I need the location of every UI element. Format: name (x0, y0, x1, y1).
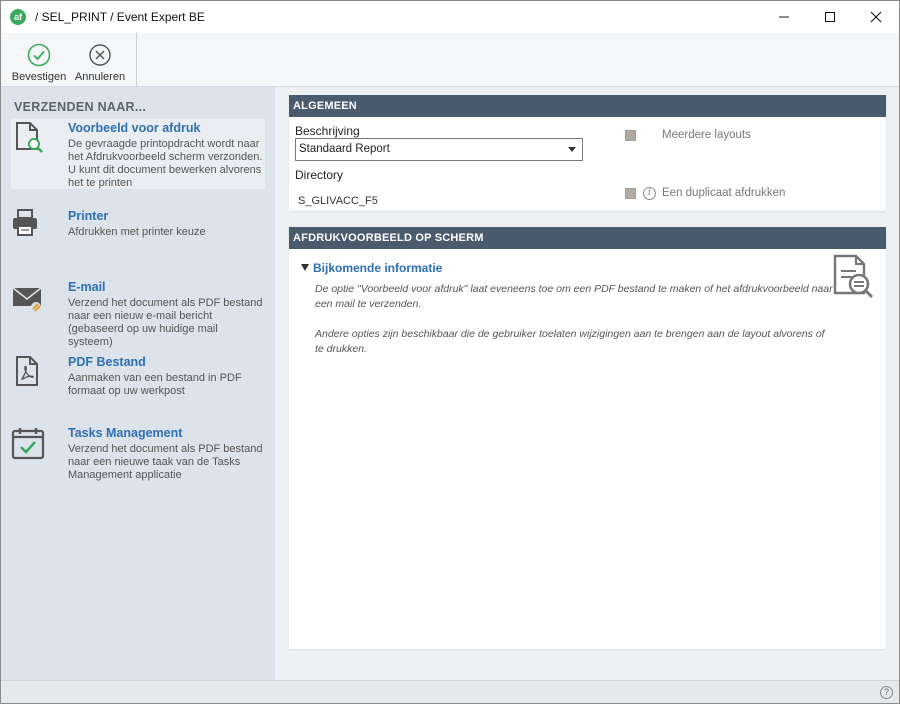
sidebar-item-title: Voorbeeld voor afdruk (68, 121, 201, 135)
sidebar-item-description: De gevraagde printopdracht wordt naar he… (68, 138, 263, 189)
send-to-sidebar: VERZENDEN NAAR... Voorbeeld voor afdruk … (1, 87, 275, 680)
close-button[interactable] (853, 1, 899, 33)
cancel-label: Annuleren (74, 71, 126, 83)
sidebar-item-description: Verzend het document als PDF bestand naa… (68, 297, 263, 348)
printer-icon (13, 209, 37, 236)
minimize-icon (779, 16, 789, 18)
directory-label: Directory (295, 168, 344, 182)
maximize-icon (825, 12, 835, 22)
print-preview-icon (16, 122, 43, 153)
duplicate-label: Een duplicaat afdrukken (662, 187, 786, 199)
email-icon (12, 287, 42, 312)
maximize-button[interactable] (807, 1, 853, 33)
general-section-header: ALGEMEEN (289, 95, 886, 117)
accordion-title: Bijkomende informatie (313, 261, 443, 275)
cancel-circle-icon (89, 44, 111, 66)
help-icon[interactable]: ? (880, 686, 893, 699)
info-icon: i (643, 187, 656, 200)
directory-value: S_GLIVACC_F5 (298, 195, 378, 207)
close-icon (870, 11, 882, 23)
description-select[interactable]: Standaard Report (295, 138, 583, 161)
description-label: Beschrijving (295, 124, 360, 138)
document-search-icon (833, 254, 874, 299)
multiple-layouts-checkbox[interactable] (625, 130, 636, 141)
confirm-button[interactable]: Bevestigen (9, 33, 69, 87)
calendar-check-icon (11, 428, 45, 460)
toolbar: Bevestigen Annuleren (1, 33, 899, 87)
cancel-button[interactable]: Annuleren (69, 33, 131, 87)
info-paragraph-1: De optie "Voorbeeld voor afdruk" laat ev… (315, 283, 833, 310)
sidebar-item-title: Tasks Management (68, 426, 183, 440)
confirm-label: Bevestigen (11, 71, 67, 83)
multiple-layouts-label: Meerdere layouts (662, 129, 751, 141)
sidebar-item-description: Aanmaken van een bestand in PDF formaat … (68, 372, 242, 397)
minimize-button[interactable] (761, 1, 807, 33)
sidebar-item-description: Verzend het document als PDF bestand naa… (68, 443, 263, 481)
title-bar: af / SEL_PRINT / Event Expert BE (1, 1, 899, 33)
additional-info-toggle[interactable]: Bijkomende informatie (301, 261, 442, 275)
sidebar-item-email[interactable]: E-mail Verzend het document als PDF best… (11, 278, 265, 348)
chevron-down-icon (568, 147, 576, 152)
sidebar-item-description: Afdrukken met printer keuze (68, 226, 206, 238)
sidebar-item-print-preview[interactable]: Voorbeeld voor afdruk De gevraagde print… (11, 119, 265, 189)
general-section: ALGEMEEN Beschrijving Standaard Report D… (289, 95, 886, 211)
main-content: ALGEMEEN Beschrijving Standaard Report D… (275, 87, 899, 680)
pdf-file-icon (16, 356, 38, 386)
duplicate-checkbox[interactable] (625, 188, 636, 199)
info-paragraph-2: Andere opties zijn beschikbaar die de ge… (315, 328, 825, 355)
preview-section-header: AFDRUKVOORBEELD OP SCHERM (289, 227, 886, 249)
sidebar-item-title: E-mail (68, 280, 106, 294)
sidebar-item-title: Printer (68, 209, 109, 223)
window-title: / SEL_PRINT / Event Expert BE (35, 10, 205, 24)
status-bar: ? (1, 680, 899, 703)
sidebar-item-printer[interactable]: Printer Afdrukken met printer keuze (11, 207, 265, 251)
app-logo-icon: af (10, 9, 26, 25)
toolbar-separator (136, 33, 137, 87)
check-circle-icon (27, 43, 51, 67)
sidebar-header: VERZENDEN NAAR... (14, 100, 147, 114)
app-window: af / SEL_PRINT / Event Expert BE Bevesti… (0, 0, 900, 704)
preview-section: AFDRUKVOORBEELD OP SCHERM Bijkomende inf… (289, 227, 886, 649)
sidebar-item-tasks-management[interactable]: Tasks Management Verzend het document al… (11, 424, 265, 484)
triangle-down-icon (301, 264, 309, 271)
sidebar-item-title: PDF Bestand (68, 355, 146, 369)
sidebar-item-pdf-file[interactable]: PDF Bestand Aanmaken van een bestand in … (11, 353, 265, 399)
description-select-value: Standaard Report (299, 143, 390, 155)
